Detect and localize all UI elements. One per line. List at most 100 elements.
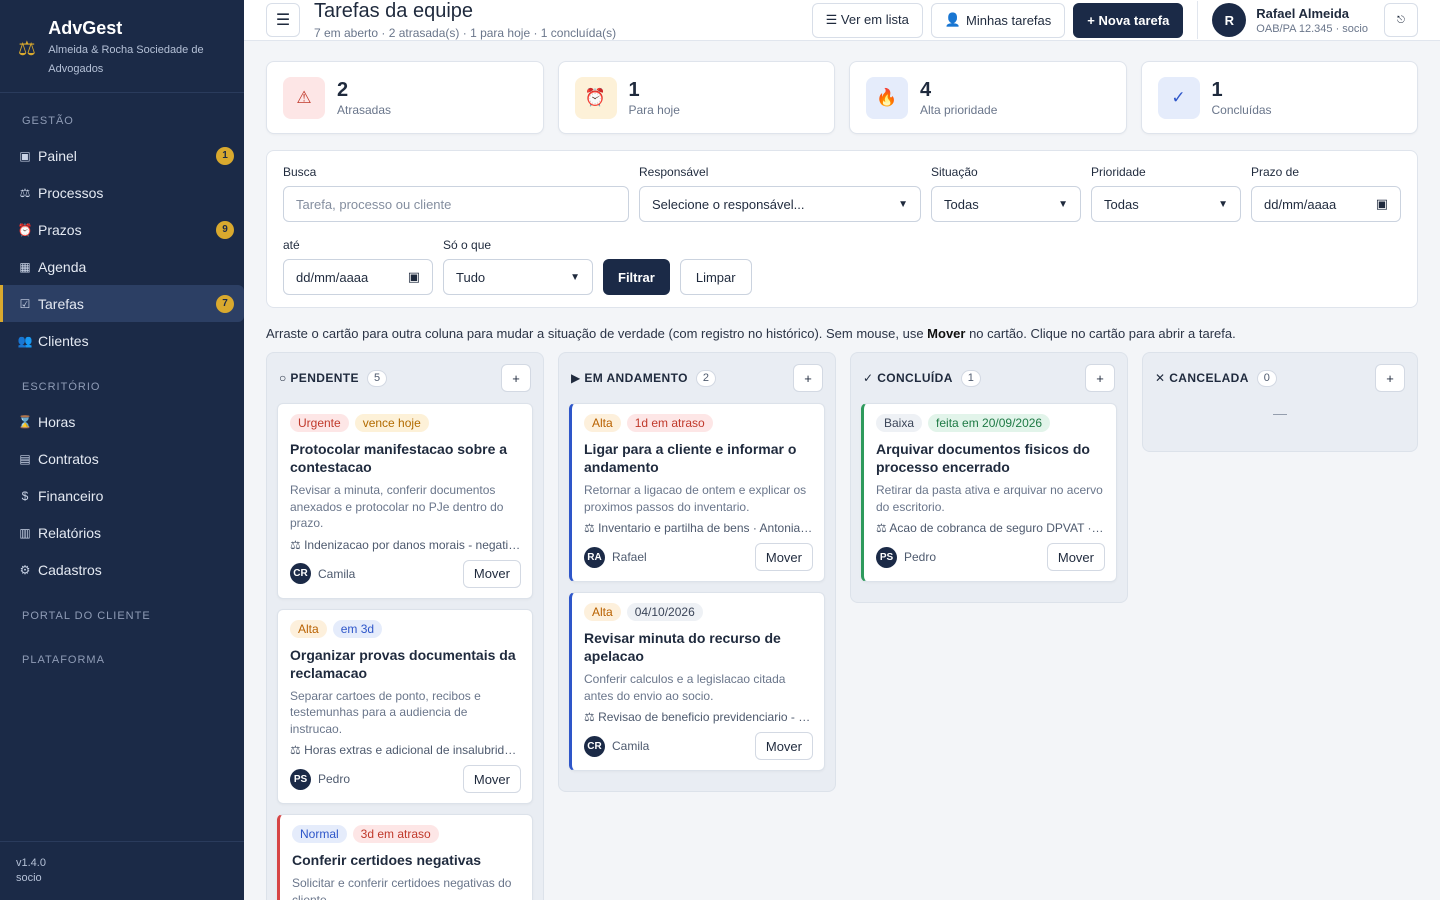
kanban-column[interactable]: ○ PENDENTE 5 + Urgente vence hoje Protocolar … bbox=[266, 352, 544, 900]
kanban-column[interactable]: ✓ CONCLUÍDA 1 + Baixa feita em 20/09/2026 Arq… bbox=[850, 352, 1128, 603]
column-title: ✓ CONCLUÍDA bbox=[863, 371, 953, 385]
new-task-button[interactable]: + Nova tarefa bbox=[1073, 2, 1184, 38]
date-to-input[interactable]: dd/mm/aaaa ▣ bbox=[283, 259, 433, 295]
task-card[interactable]: Baixa feita em 20/09/2026 Arquivar documen… bbox=[861, 403, 1117, 582]
sidebar-footer: v1.4.0 socio bbox=[0, 841, 244, 900]
sidebar-nav: GESTÃO ▣ Painel 1 ⚖ Processos ⏰ Prazos 9 ▦ Agenda ☑… bbox=[0, 93, 244, 676]
nav-section-heading[interactable]: GESTÃO bbox=[0, 93, 244, 137]
sidebar-item-agenda[interactable]: ▦ Agenda bbox=[0, 248, 244, 285]
card-process: ⚖ Horas extras e adicional de insalubrid… bbox=[290, 743, 521, 757]
sidebar-item-tarefas[interactable]: ☑ Tarefas 7 bbox=[0, 285, 244, 322]
my-tasks-button[interactable]: 👤 Minhas tarefas bbox=[930, 2, 1066, 38]
kanban-board: ○ PENDENTE 5 + Urgente vence hoje Protocolar … bbox=[266, 352, 1418, 900]
drag-hint: Arraste o cartão para outra coluna para … bbox=[266, 326, 1418, 341]
card-description: Solicitar e conferir certidoes negativas… bbox=[292, 876, 512, 900]
avatar[interactable]: R bbox=[1212, 3, 1247, 37]
scales-logo-icon: ⚖ bbox=[18, 38, 36, 60]
brand[interactable]: ⚖ AdvGest Almeida & Rocha Sociedade de A… bbox=[0, 0, 244, 93]
sidebar-item-relatórios[interactable]: ▥ Relatórios bbox=[0, 514, 244, 551]
search-input[interactable]: Tarefa, processo ou cliente bbox=[283, 186, 629, 222]
brand-subtitle: Almeida & Rocha Sociedade de Advogados bbox=[48, 44, 204, 75]
stat-card[interactable]: ⚠ 2 Atrasadas bbox=[266, 61, 544, 134]
add-task-button[interactable]: + bbox=[793, 364, 823, 392]
assignee-name: Rafael bbox=[612, 550, 647, 564]
sidebar-item-contratos[interactable]: ▤ Contratos bbox=[0, 440, 244, 477]
user-role: socio bbox=[16, 872, 42, 884]
task-card[interactable]: Alta 1d em atraso Ligar para a cliente e i… bbox=[569, 403, 825, 582]
add-task-button[interactable]: + bbox=[1375, 364, 1405, 392]
filter-button[interactable]: Filtrar bbox=[603, 259, 670, 295]
assignee-name: Camila bbox=[318, 566, 356, 581]
stat-value: 1 bbox=[1211, 78, 1223, 101]
warning-icon: ⚠ bbox=[283, 76, 325, 119]
move-button[interactable]: Mover bbox=[462, 559, 521, 588]
task-card[interactable]: Normal 3d em atraso Conferir certidoes neg… bbox=[277, 814, 533, 900]
sidebar-item-clientes[interactable]: 👥 Clientes bbox=[0, 322, 244, 359]
move-button[interactable]: Mover bbox=[1046, 543, 1105, 571]
column-title: ○ PENDENTE bbox=[279, 371, 359, 385]
responsible-label: Responsável bbox=[639, 165, 709, 179]
calendar-icon: ▣ bbox=[407, 269, 420, 284]
stat-card[interactable]: ⏰ 1 Para hoje bbox=[557, 61, 835, 134]
add-task-button[interactable]: + bbox=[501, 364, 531, 392]
sidebar-item-cadastros[interactable]: ⚙ Cadastros bbox=[0, 551, 244, 588]
responsible-select[interactable]: Selecione o responsável... ▼ bbox=[639, 186, 921, 222]
priority-select[interactable]: Todas ▼ bbox=[1091, 186, 1241, 222]
sidebar-item-painel[interactable]: ▣ Painel 1 bbox=[0, 137, 244, 174]
only-value: Tudo bbox=[456, 269, 486, 285]
hamburger-icon: ☰ bbox=[275, 12, 291, 29]
hint-text: Arraste o cartão para outra coluna para … bbox=[266, 326, 928, 341]
card-process: ⚖ Indenizacao por danos morais - negativ… bbox=[290, 537, 521, 552]
stat-value: 2 bbox=[337, 78, 349, 101]
gear-icon: ⚙ bbox=[19, 562, 31, 577]
sidebar-item-horas[interactable]: ⌛ Horas bbox=[0, 403, 244, 440]
main: ☰ Tarefas da equipe 7 em aberto · 2 atra… bbox=[244, 0, 1440, 900]
task-card[interactable]: Urgente vence hoje Protocolar manifestacao… bbox=[277, 403, 533, 599]
stat-value: 1 bbox=[628, 78, 640, 101]
column-count: 0 bbox=[1256, 369, 1277, 387]
clear-button[interactable]: Limpar bbox=[679, 259, 752, 295]
sidebar-item-processos[interactable]: ⚖ Processos bbox=[0, 174, 244, 211]
column-header: ▶ EM ANDAMENTO 2 + bbox=[569, 363, 825, 393]
sidebar-item-label: Relatórios bbox=[38, 524, 102, 541]
move-button[interactable]: Mover bbox=[754, 732, 813, 760]
stat-label: Concluídas bbox=[1211, 102, 1272, 117]
move-button[interactable]: Mover bbox=[754, 543, 813, 571]
nav-section-heading[interactable]: PORTAL DO CLIENTE bbox=[0, 588, 244, 632]
move-button[interactable]: Mover bbox=[462, 765, 521, 793]
app-version: v1.4.0 bbox=[16, 857, 46, 869]
stat-card[interactable]: 🔥 4 Alta prioridade bbox=[849, 61, 1127, 134]
kanban-column[interactable]: ✕ CANCELADA 0 + — bbox=[1142, 352, 1418, 452]
search-label: Busca bbox=[283, 165, 317, 179]
menu-toggle-button[interactable]: ☰ bbox=[266, 3, 300, 37]
card-title: Revisar minuta do recurso de apelacao bbox=[584, 630, 781, 664]
nav-section-heading[interactable]: ESCRITÓRIO bbox=[0, 359, 244, 403]
status-label: Situação bbox=[931, 165, 978, 179]
card-title: Organizar provas documentais da reclamac… bbox=[290, 646, 516, 681]
assignee-name: Pedro bbox=[904, 550, 937, 564]
nav-section-heading[interactable]: PLATAFORMA bbox=[0, 632, 244, 676]
status-select[interactable]: Todas ▼ bbox=[931, 186, 1081, 222]
logout-button[interactable]: ⎋ bbox=[1384, 3, 1418, 37]
sidebar-item-prazos[interactable]: ⏰ Prazos 9 bbox=[0, 211, 244, 248]
date-from-input[interactable]: dd/mm/aaaa ▣ bbox=[1251, 186, 1401, 222]
card-process: ⚖ Acao de cobranca de seguro DPVAT · Mar… bbox=[876, 521, 1105, 535]
sidebar-item-label: Clientes bbox=[38, 332, 89, 349]
avatar: PS bbox=[290, 768, 311, 790]
task-card[interactable]: Alta 04/10/2026 Revisar minuta do recurso … bbox=[569, 592, 825, 771]
fire-icon: 🔥 bbox=[866, 76, 908, 119]
avatar: CR bbox=[290, 563, 311, 584]
stat-card[interactable]: ✓ 1 Concluídas bbox=[1140, 61, 1418, 134]
calendar-icon: ▦ bbox=[19, 259, 31, 274]
add-task-button[interactable]: + bbox=[1085, 364, 1115, 392]
list-view-button[interactable]: ☰ Ver em lista bbox=[811, 2, 923, 38]
card-tags: Normal 3d em atraso bbox=[292, 825, 521, 843]
card-footer: PS Pedro Mover bbox=[876, 543, 1105, 571]
only-select[interactable]: Tudo ▼ bbox=[443, 259, 593, 295]
card-description: Conferir calculos e a legislacao citada … bbox=[584, 672, 786, 703]
empty-column: — bbox=[1273, 405, 1287, 421]
sidebar-item-label: Cadastros bbox=[38, 561, 102, 578]
sidebar-item-financeiro[interactable]: $ Financeiro bbox=[0, 477, 244, 514]
kanban-column[interactable]: ▶ EM ANDAMENTO 2 + Alta 1d em atraso Ligar pa… bbox=[558, 352, 836, 792]
task-card[interactable]: Alta em 3d Organizar provas documentais da… bbox=[277, 608, 533, 804]
